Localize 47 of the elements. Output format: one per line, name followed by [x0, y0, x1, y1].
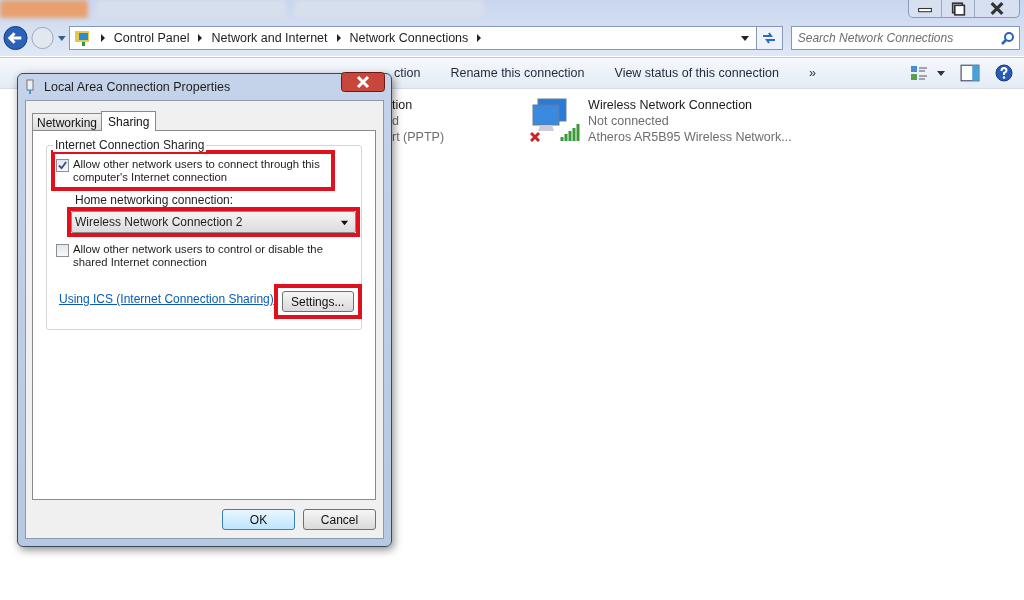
connection-name[interactable]: tion [392, 97, 445, 113]
connection-name[interactable]: Wireless Network Connection [588, 97, 792, 113]
option-label[interactable]: Allow other network users to control or disable the shared Internet connection [73, 243, 323, 269]
chevron-right-icon[interactable] [335, 34, 342, 42]
connection-status: d [392, 113, 400, 129]
chevron-right-icon[interactable] [476, 34, 483, 42]
toolbar-command[interactable]: ction [394, 66, 436, 80]
disconnected-wireless-icon[interactable] [530, 97, 583, 145]
view-options-icon[interactable] [910, 64, 930, 82]
breadcrumb[interactable]: Network and Internet [211, 31, 328, 45]
checkbox[interactable] [56, 159, 69, 172]
breadcrumb[interactable]: Control Panel [113, 31, 190, 45]
toolbar-command[interactable]: Rename this connection [435, 66, 600, 80]
back-button[interactable] [3, 25, 29, 51]
close-button[interactable] [341, 72, 385, 92]
search-icon[interactable] [1001, 31, 1015, 45]
history-dropdown-icon[interactable] [57, 33, 67, 43]
network-folder-icon [73, 29, 92, 47]
dialog-button[interactable]: OK [222, 509, 295, 530]
refresh-icon[interactable] [761, 30, 778, 46]
search-field[interactable]: Search Network Connections [790, 26, 1020, 50]
connection-device: Atheros AR5B95 Wireless Network... [588, 129, 792, 145]
network-cable-icon [26, 79, 34, 95]
breadcrumb[interactable]: Network Connections [349, 31, 469, 45]
option-label[interactable]: Allow other network users to connect through this computer's Internet connection [73, 158, 323, 184]
tab[interactable]: Networking [32, 113, 103, 130]
group-title: Internet Connection Sharing [53, 138, 207, 152]
tab[interactable]: Sharing [101, 111, 157, 131]
preview-pane-icon[interactable] [960, 64, 980, 82]
help-link[interactable]: Using ICS (Internet Connection Sharing) [59, 292, 274, 306]
chevron-right-icon[interactable] [99, 34, 106, 42]
settings-button[interactable]: Settings... [281, 291, 354, 312]
connection-status: Not connected [588, 113, 670, 129]
refresh-button[interactable] [756, 26, 783, 50]
help-icon[interactable] [994, 64, 1014, 82]
dropdown-arrow-icon[interactable] [936, 68, 946, 78]
toolbar-command[interactable]: View status of this connection [599, 66, 794, 80]
dropdown-arrow-icon[interactable] [739, 33, 750, 43]
more-commands[interactable]: » [793, 66, 831, 80]
connection-dropdown[interactable]: Wireless Network Connection 2 [71, 211, 356, 233]
chevron-right-icon[interactable] [197, 34, 204, 42]
checkbox[interactable] [56, 244, 69, 257]
dialog-title: Local Area Connection Properties [44, 80, 231, 94]
field-label: Home networking connection: [74, 194, 235, 207]
address-bar[interactable]: Control Panel Network and Internet Network Connections [68, 26, 757, 50]
connection-device: rt (PPTP) [392, 129, 445, 145]
dialog-button[interactable]: Cancel [303, 509, 376, 530]
